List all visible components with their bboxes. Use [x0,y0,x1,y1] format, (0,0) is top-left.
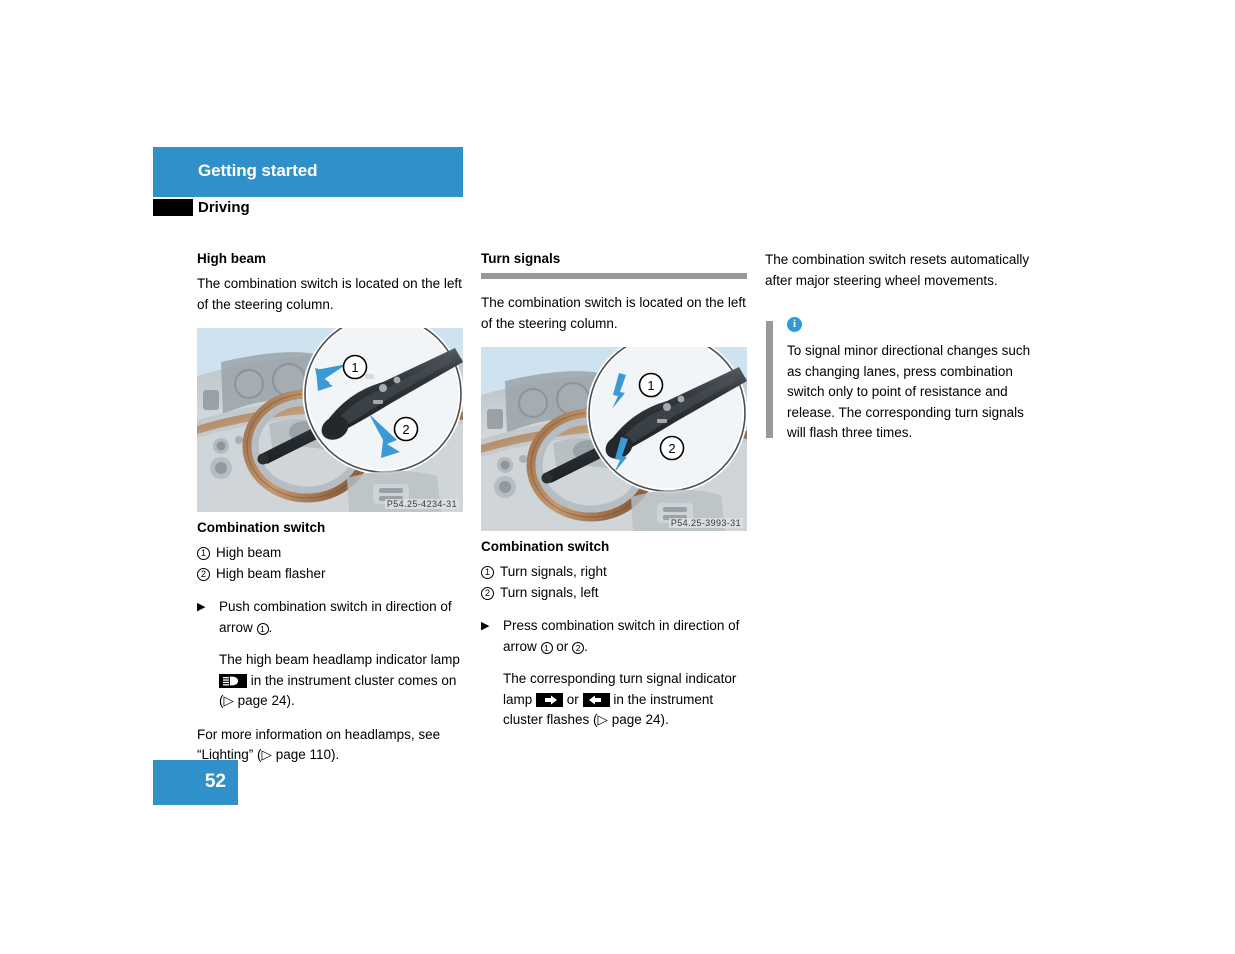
turn-signal-left-icon [582,692,610,707]
callout-2: 2 [393,416,419,442]
chapter-header-band: Getting started [153,147,463,197]
legend-item: 2 High beam flasher [197,563,463,584]
dashboard-illustration-svg: 1 2 [197,328,463,512]
circled-number-2: 2 [197,568,210,581]
legend-label: High beam [216,545,282,560]
middle-column-heading: Turn signals [481,250,747,279]
legend-label: High beam flasher [216,566,326,581]
step-text-end: . [268,619,273,635]
chapter-title: Getting started [198,161,318,180]
middle-intro-paragraph: The combination switch is located on the… [481,295,746,331]
info-icon: i [787,317,802,332]
section-marker-square [153,199,193,216]
page-reference[interactable]: page 24 [238,693,287,708]
result-text-before: The high beam headlamp indicator lamp [219,652,460,667]
page-number: 52 [204,771,226,792]
high-beam-indicator-icon [219,673,247,688]
circled-number-1: 1 [197,547,210,560]
step-text-end: . [584,638,588,654]
left-step-instruction: ▶ Push combination switch in direction o… [197,597,463,638]
middle-figure-label: Combination switch [481,539,610,554]
page-ref-triangle-icon: ▷ [223,693,234,708]
column-turn-signals: Turn signals The combination switch is l… [481,250,747,731]
page-reference[interactable]: page 110 [276,747,331,762]
callout-1: 1 [342,354,368,380]
step-conjunction: or [556,638,569,654]
svg-text:2: 2 [402,422,409,437]
page-reference[interactable]: page 24 [612,712,661,727]
inline-circled-ref-2: 2 [572,641,585,654]
step-text: Press combination switch in direction of… [503,618,740,654]
middle-step-instruction: ▶ Press combination switch in direction … [481,616,747,657]
step-bullet-triangle-icon: ▶ [197,601,206,613]
inline-circled-ref-1: 1 [256,622,269,635]
turn-signal-right-icon [536,692,564,707]
result-text-after: ). [286,693,295,708]
right-intro-paragraph: The combination switch resets automatica… [765,252,1030,288]
page-number-box: 52 [153,760,238,805]
legend-item: 1 Turn signals, right [481,561,747,582]
column-high-beam: High beam The combination switch is loca… [197,250,463,779]
circled-number-1: 1 [481,566,494,579]
left-intro-paragraph: The combination switch is located on the… [197,276,462,312]
page-ref-triangle-icon: ▷ [261,747,272,762]
step-text: Push combination switch in direction of … [219,599,452,635]
high-beam-figure: 1 2 P54.25-4234-31 [197,328,463,512]
legend-item: 2 Turn signals, left [481,582,747,603]
left-step-result: The high beam headlamp indicator lamp in… [219,650,463,712]
inline-circled-ref-1: 1 [540,641,553,654]
callout-1: 1 [638,372,664,398]
dashboard-illustration-svg: 1 2 [481,347,747,531]
note-text: To signal minor directional changes such… [787,343,1031,440]
legend-label: Turn signals, right [500,564,607,579]
left-legend: 1 High beam 2 High beam flasher [197,542,463,584]
figure-image-id: P54.25-4234-31 [384,499,459,509]
result-text-after: ). [660,712,669,727]
step-bullet-triangle-icon: ▶ [481,620,490,632]
middle-legend: 1 Turn signals, right 2 Turn signals, le… [481,561,747,603]
left-figure-label: Combination switch [197,520,326,535]
svg-text:1: 1 [647,378,654,393]
svg-text:2: 2 [668,441,675,456]
closing-text-after: ). [331,747,340,762]
column-notes: The combination switch resets automatica… [765,250,1037,444]
turn-signal-figure: 1 2 P54.25-3993-31 [481,347,747,531]
left-column-heading: High beam [197,251,267,266]
section-title: Driving [198,199,250,216]
callout-2: 2 [659,435,685,461]
legend-item: 1 High beam [197,542,463,563]
middle-step-result: The corresponding turn signal indicator … [503,669,747,731]
svg-text:1: 1 [351,360,358,375]
info-note: i To signal minor directional changes su… [765,317,1037,444]
result-conjunction: or [566,691,579,707]
page-ref-triangle-icon: ▷ [597,712,608,727]
figure-image-id: P54.25-3993-31 [668,518,743,528]
legend-label: Turn signals, left [500,585,599,600]
note-side-bar [766,321,773,438]
circled-number-2: 2 [481,587,494,600]
